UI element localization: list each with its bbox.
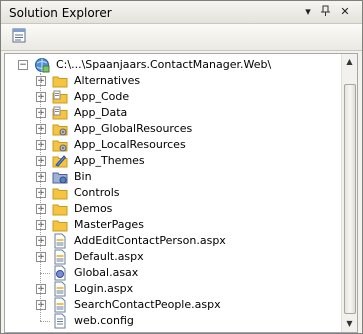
scrollbar-thumb[interactable] — [344, 84, 356, 314]
tree-item[interactable]: web.config — [36, 313, 336, 329]
tree-item-label: web.config — [74, 314, 134, 327]
project-node[interactable]: − C:\...\Spaanjaars.ContactManager.Web\ — [18, 57, 318, 73]
expand-toggle[interactable]: + — [36, 188, 46, 198]
tree-item[interactable]: Global.asax — [36, 265, 336, 281]
tree-item-label: Alternatives — [74, 74, 141, 87]
tree-item-label: MasterPages — [74, 218, 144, 231]
dropdown-arrow-icon[interactable]: ▾ — [301, 5, 315, 19]
tree-item-label: App_Data — [74, 106, 128, 119]
tree-item[interactable]: + App_GlobalResources — [36, 121, 336, 137]
tree-item[interactable]: + App_Data — [36, 105, 336, 121]
resources-folder-icon — [52, 137, 68, 153]
folder-icon — [52, 185, 68, 201]
resources-folder-icon — [52, 121, 68, 137]
tree-item-label: Login.aspx — [74, 282, 134, 295]
special-folder-icon — [52, 105, 68, 121]
tree-item[interactable]: + App_LocalResources — [36, 137, 336, 153]
tree-item-label: Default.aspx — [74, 250, 144, 263]
vertical-scrollbar[interactable]: ▲ ▼ — [341, 54, 357, 332]
properties-icon[interactable] — [11, 27, 31, 47]
folder-icon — [52, 201, 68, 217]
tree-item-label: Demos — [74, 202, 113, 215]
tree-connector — [40, 273, 50, 274]
bin-folder-icon — [52, 169, 68, 185]
tree-item-label: Bin — [74, 170, 92, 183]
aspx-file-icon — [52, 233, 68, 249]
folder-icon — [52, 73, 68, 89]
themes-folder-icon — [52, 153, 68, 169]
collapse-toggle[interactable]: − — [18, 60, 28, 70]
tree-item[interactable]: + SearchContactPeople.aspx — [36, 297, 336, 313]
solution-explorer-window: Solution Explorer ▾ ✕ − C:\...\Spaanjaar… — [0, 0, 363, 334]
tree-item-label: App_GlobalResources — [74, 122, 193, 135]
tree-item[interactable]: + Alternatives — [36, 73, 336, 89]
expand-toggle[interactable]: + — [36, 172, 46, 182]
aspx-file-icon — [52, 297, 68, 313]
tree-item[interactable]: + Controls — [36, 185, 336, 201]
tree-item-label: App_Themes — [74, 154, 145, 167]
tree-item[interactable]: + Login.aspx — [36, 281, 336, 297]
tree-item-label: AddEditContactPerson.aspx — [74, 234, 226, 247]
aspx-file-icon — [52, 249, 68, 265]
web-project-icon — [34, 57, 50, 73]
tree-item-label: App_LocalResources — [74, 138, 186, 151]
expand-toggle[interactable]: + — [36, 252, 46, 262]
expand-toggle[interactable]: + — [36, 140, 46, 150]
tree-connector — [40, 321, 50, 322]
expand-toggle[interactable]: + — [36, 76, 46, 86]
config-file-icon — [52, 313, 68, 329]
title-bar[interactable]: Solution Explorer ▾ ✕ — [1, 1, 362, 24]
expand-toggle[interactable]: + — [36, 204, 46, 214]
tree-item-label: App_Code — [74, 90, 130, 103]
expand-toggle[interactable]: + — [36, 124, 46, 134]
tree-item[interactable]: + App_Themes — [36, 153, 336, 169]
special-folder-icon — [52, 89, 68, 105]
aspx-file-icon — [52, 281, 68, 297]
scroll-down-arrow-icon[interactable]: ▼ — [342, 316, 357, 332]
solution-tree[interactable]: − C:\...\Spaanjaars.ContactManager.Web\ … — [4, 53, 358, 333]
expand-toggle[interactable]: + — [36, 156, 46, 166]
expand-toggle[interactable]: + — [36, 236, 46, 246]
tree-item[interactable]: + Bin — [36, 169, 336, 185]
tree-item[interactable]: + Default.aspx — [36, 249, 336, 265]
tree-item[interactable]: + MasterPages — [36, 217, 336, 233]
tree-item[interactable]: + App_Code — [36, 89, 336, 105]
expand-toggle[interactable]: + — [36, 108, 46, 118]
tree-item[interactable]: + AddEditContactPerson.aspx — [36, 233, 336, 249]
folder-icon — [52, 217, 68, 233]
window-title: Solution Explorer — [9, 6, 112, 20]
asax-file-icon — [52, 265, 68, 281]
pin-icon[interactable] — [319, 5, 333, 19]
tree-connector-line — [40, 73, 41, 321]
tree-item-label: SearchContactPeople.aspx — [74, 298, 221, 311]
expand-toggle[interactable]: + — [36, 284, 46, 294]
tree-item[interactable]: + Demos — [36, 201, 336, 217]
scroll-up-arrow-icon[interactable]: ▲ — [342, 54, 357, 70]
tree-item-label: Controls — [74, 186, 120, 199]
project-label: C:\...\Spaanjaars.ContactManager.Web\ — [56, 58, 272, 71]
close-icon[interactable]: ✕ — [338, 5, 352, 19]
expand-toggle[interactable]: + — [36, 220, 46, 230]
tree-item-label: Global.asax — [74, 266, 139, 279]
expand-toggle[interactable]: + — [36, 300, 46, 310]
toolbar — [1, 24, 362, 51]
expand-toggle[interactable]: + — [36, 92, 46, 102]
